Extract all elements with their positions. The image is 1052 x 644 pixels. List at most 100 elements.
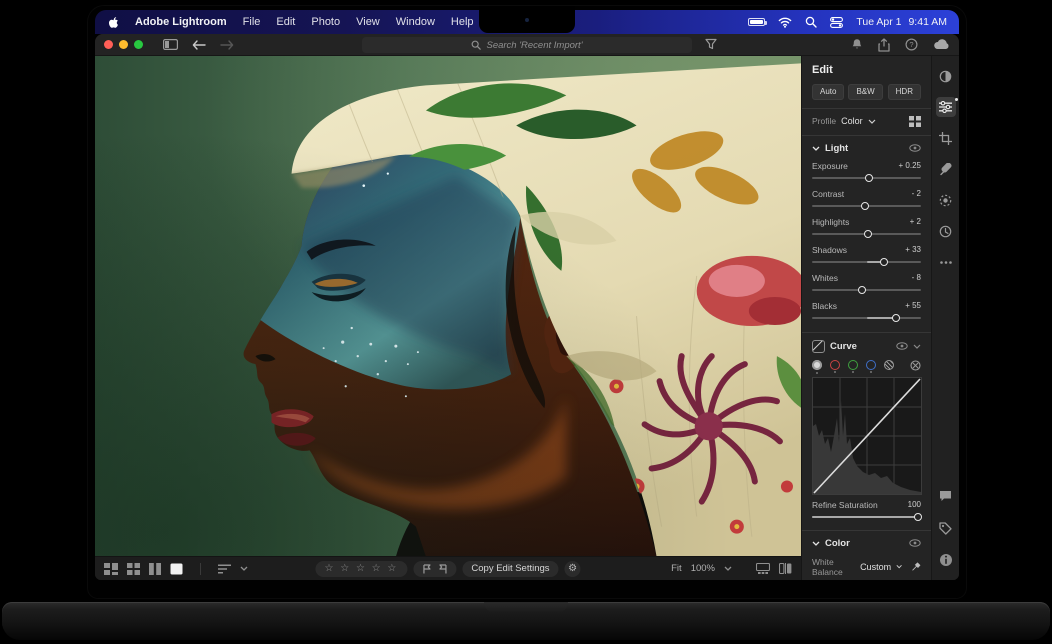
menu-photo[interactable]: Photo	[311, 16, 340, 28]
menu-file[interactable]: File	[243, 16, 261, 28]
exposure-slider-track[interactable]	[812, 173, 921, 182]
auto-button[interactable]: Auto	[812, 84, 844, 100]
refine-saturation-value: 100	[908, 500, 921, 510]
star-icons[interactable]: ☆ ☆ ☆ ☆ ☆	[324, 564, 398, 574]
contrast-slider-knob[interactable]	[861, 202, 869, 210]
crop-icon[interactable]	[936, 128, 956, 148]
cloud-sync-icon[interactable]	[933, 39, 950, 50]
edit-sliders-icon[interactable]	[936, 97, 956, 117]
whites-slider-knob[interactable]	[858, 286, 866, 294]
compare-view-icon[interactable]	[149, 563, 161, 575]
presets-icon[interactable]	[936, 66, 956, 86]
control-center-icon[interactable]	[830, 17, 843, 28]
sidebar-toggle-icon[interactable]	[163, 39, 178, 50]
menu-view[interactable]: View	[356, 16, 380, 28]
refine-saturation-slider[interactable]	[812, 512, 921, 521]
fit-label[interactable]: Fit	[671, 563, 682, 574]
sort-icon[interactable]	[218, 564, 231, 574]
info-icon[interactable]	[936, 550, 956, 570]
targeted-adjustment-icon[interactable]	[910, 360, 921, 371]
reject-flag-icon[interactable]	[438, 564, 447, 574]
macbook-screen: Adobe Lightroom File Edit Photo View Window H…	[88, 6, 966, 598]
healing-icon[interactable]	[936, 159, 956, 179]
hdr-button[interactable]: HDR	[888, 84, 921, 100]
zoom-button[interactable]	[134, 40, 143, 49]
back-arrow-icon[interactable]	[192, 40, 206, 50]
highlights-slider-track[interactable]	[812, 229, 921, 238]
comments-icon[interactable]	[936, 486, 956, 506]
menu-window[interactable]: Window	[396, 16, 435, 28]
profile-chevron-icon[interactable]	[868, 119, 876, 124]
bw-button[interactable]: B&W	[848, 84, 882, 100]
minimize-button[interactable]	[119, 40, 128, 49]
masking-icon[interactable]	[936, 190, 956, 210]
light-section-header[interactable]: Light	[812, 143, 921, 154]
color-section-header[interactable]: Color	[812, 538, 921, 549]
square-grid-view-icon[interactable]	[127, 563, 140, 575]
photo-canvas[interactable]	[95, 56, 801, 556]
wifi-icon[interactable]	[778, 17, 792, 28]
light-visibility-icon[interactable]	[909, 144, 921, 152]
blacks-slider-track[interactable]	[812, 313, 921, 322]
lightroom-window: Search 'Recent Import' ?	[95, 34, 959, 580]
color-visibility-icon[interactable]	[909, 539, 921, 547]
curve-section-header[interactable]: Curve	[812, 340, 921, 353]
tool-rail	[931, 56, 959, 580]
curve-channel-green[interactable]	[848, 360, 858, 370]
gear-icon[interactable]: ⚙	[565, 561, 581, 577]
color-section-title: Color	[825, 538, 850, 549]
whites-slider-track[interactable]	[812, 285, 921, 294]
exposure-slider-knob[interactable]	[865, 174, 873, 182]
curve-channel-red[interactable]	[830, 360, 840, 370]
menu-bar-clock[interactable]: Tue Apr 19:41 AM	[856, 16, 947, 28]
curve-channel-all[interactable]	[812, 360, 822, 370]
spotlight-search-icon[interactable]	[805, 16, 817, 28]
tone-curve-graph[interactable]	[812, 377, 922, 495]
more-tools-icon[interactable]	[936, 252, 956, 272]
search-placeholder: Search 'Recent Import'	[486, 40, 582, 51]
profile-browser-icon[interactable]	[909, 116, 921, 127]
filmstrip-toggle-icon[interactable]	[756, 563, 770, 574]
notifications-bell-icon[interactable]	[851, 38, 863, 51]
contrast-slider-track[interactable]	[812, 201, 921, 210]
close-button[interactable]	[104, 40, 113, 49]
camera-dot	[525, 18, 529, 22]
detail-view-icon[interactable]	[170, 563, 183, 575]
menu-app-name[interactable]: Adobe Lightroom	[135, 16, 227, 28]
copy-edit-settings-button[interactable]: Copy Edit Settings	[462, 561, 558, 577]
menu-edit[interactable]: Edit	[276, 16, 295, 28]
highlights-slider-knob[interactable]	[864, 230, 872, 238]
curve-channel-blue[interactable]	[866, 360, 876, 370]
zoom-level[interactable]: 100%	[691, 563, 715, 574]
star-rating-control[interactable]: ☆ ☆ ☆ ☆ ☆	[315, 561, 407, 577]
keywords-tag-icon[interactable]	[936, 518, 956, 538]
curve-channel-parametric[interactable]	[884, 360, 894, 370]
pick-flag-icon[interactable]	[422, 564, 431, 574]
curve-collapse-chevron-icon[interactable]	[913, 344, 921, 349]
profile-value[interactable]: Color	[841, 116, 863, 126]
shadows-slider-knob[interactable]	[880, 258, 888, 266]
white-balance-value[interactable]: Custom	[860, 562, 891, 572]
apple-menu-icon[interactable]	[107, 16, 119, 29]
filter-icon[interactable]	[705, 38, 717, 50]
flag-controls[interactable]	[413, 561, 456, 577]
whites-label: Whites	[812, 273, 838, 283]
before-after-icon[interactable]	[779, 563, 792, 574]
search-icon	[471, 40, 481, 50]
forward-arrow-icon[interactable]	[220, 40, 234, 50]
help-icon[interactable]: ?	[905, 38, 918, 51]
blacks-slider-knob[interactable]	[892, 314, 900, 322]
curve-visibility-icon[interactable]	[896, 342, 908, 350]
zoom-chevron-icon[interactable]	[724, 566, 732, 571]
sort-chevron-icon[interactable]	[240, 566, 248, 571]
white-balance-chevron-icon[interactable]	[896, 564, 902, 569]
eyedropper-icon[interactable]	[912, 561, 921, 572]
search-input[interactable]: Search 'Recent Import'	[362, 37, 692, 53]
photo-grid-view-icon[interactable]	[104, 563, 118, 575]
shadows-slider-track[interactable]	[812, 257, 921, 266]
versions-icon[interactable]	[936, 221, 956, 241]
battery-icon[interactable]	[748, 18, 765, 26]
share-icon[interactable]	[878, 38, 890, 52]
menu-help[interactable]: Help	[451, 16, 474, 28]
profile-label: Profile	[812, 116, 836, 126]
